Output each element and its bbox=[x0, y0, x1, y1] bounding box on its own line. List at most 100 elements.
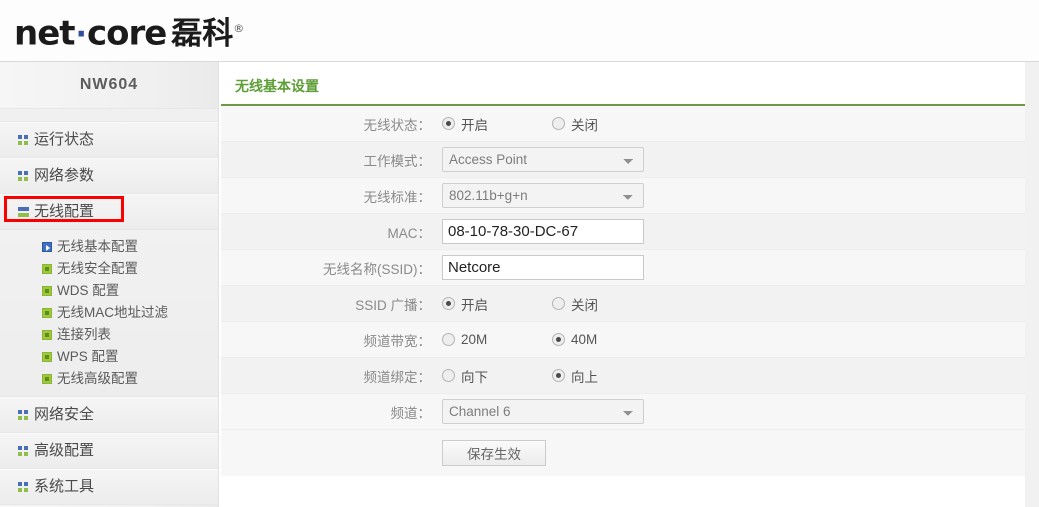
form-row-work-mode: 工作模式： Access Point bbox=[221, 142, 1027, 178]
sidebar-subitem-label: WDS 配置 bbox=[57, 283, 120, 298]
sidebar-item-wireless-config[interactable]: 无线配置 bbox=[0, 194, 218, 230]
sidebar-subitem-label: 无线MAC地址过滤 bbox=[57, 305, 168, 320]
brand-logo: net·core 磊科® bbox=[14, 9, 244, 55]
sidebar-subitem-label: 无线高级配置 bbox=[57, 371, 138, 386]
radio-label: 向上 bbox=[571, 369, 598, 385]
grid-icon bbox=[18, 445, 29, 457]
mac-input[interactable] bbox=[442, 219, 644, 244]
channel-binding-radio-group: 向下 向上 bbox=[442, 366, 662, 386]
sidebar-subitem-label: WPS 配置 bbox=[57, 349, 119, 364]
app-header: net·core 磊科® bbox=[0, 0, 1039, 62]
form-row-wireless-status: 无线状态： 开启 关闭 bbox=[221, 106, 1027, 142]
channel-bandwidth-radio-group: 20M 40M bbox=[442, 332, 662, 347]
sidebar-subitem-wds[interactable]: WDS 配置 bbox=[0, 280, 218, 302]
field-label: 频道带宽： bbox=[363, 333, 432, 349]
save-row: 保存生效 bbox=[221, 430, 1027, 476]
radio-wireless-status-on[interactable]: 开启 bbox=[442, 114, 552, 134]
logo-text-net: net bbox=[14, 13, 76, 54]
sidebar-item-network-params[interactable]: 网络参数 bbox=[0, 158, 218, 194]
radio-dot-icon bbox=[552, 117, 565, 130]
sidebar-item-label: 无线配置 bbox=[34, 203, 95, 220]
right-edge-strip bbox=[1025, 62, 1039, 507]
page-body: NW604 运行状态 网络参数 无线配置 无线基本配置 无线安全配置 WDS 配… bbox=[0, 62, 1039, 507]
sidebar-item-label: 网络安全 bbox=[34, 406, 95, 423]
sidebar-subitem-label: 无线基本配置 bbox=[57, 239, 138, 254]
arrow-icon bbox=[42, 242, 52, 252]
square-icon bbox=[42, 308, 52, 318]
form-row-ssid-broadcast: SSID 广播： 开启 关闭 bbox=[221, 286, 1027, 322]
sidebar-subitem-wireless-basic[interactable]: 无线基本配置 bbox=[0, 236, 218, 258]
registered-trademark-icon: ® bbox=[233, 22, 245, 35]
radio-label: 向下 bbox=[461, 369, 488, 385]
grid-icon bbox=[18, 134, 29, 146]
grid-icon bbox=[18, 170, 29, 182]
sidebar-subitem-label: 连接列表 bbox=[57, 327, 111, 342]
field-label: MAC： bbox=[387, 225, 432, 241]
sidebar-item-advanced-config[interactable]: 高级配置 bbox=[0, 433, 218, 469]
content-area: 无线基本设置 无线状态： 开启 关闭 工作模式： Access Point 无线… bbox=[219, 62, 1039, 507]
field-label: 工作模式： bbox=[363, 153, 432, 169]
sidebar-submenu-wireless: 无线基本配置 无线安全配置 WDS 配置 无线MAC地址过滤 连接列表 WPS … bbox=[0, 230, 218, 397]
work-mode-select[interactable]: Access Point bbox=[442, 147, 644, 172]
sidebar-subitem-wireless-advanced[interactable]: 无线高级配置 bbox=[0, 368, 218, 390]
save-button[interactable]: 保存生效 bbox=[442, 440, 546, 466]
page-title: 无线基本设置 bbox=[221, 62, 1027, 106]
wireless-status-radio-group: 开启 关闭 bbox=[442, 114, 662, 134]
radio-label: 40M bbox=[571, 332, 598, 347]
square-icon bbox=[42, 286, 52, 296]
field-label: 无线状态： bbox=[363, 117, 432, 133]
radio-bandwidth-40m[interactable]: 40M bbox=[552, 332, 662, 347]
sidebar-subitem-wps[interactable]: WPS 配置 bbox=[0, 346, 218, 368]
square-icon bbox=[42, 352, 52, 362]
radio-dot-icon bbox=[552, 333, 565, 346]
form-row-wireless-standard: 无线标准： 802.11b+g+n bbox=[221, 178, 1027, 214]
field-label: SSID 广播： bbox=[355, 297, 431, 313]
square-icon bbox=[42, 264, 52, 274]
radio-label: 关闭 bbox=[571, 117, 598, 133]
wireless-standard-select[interactable]: 802.11b+g+n bbox=[442, 183, 644, 208]
radio-dot-icon bbox=[442, 297, 455, 310]
radio-bandwidth-20m[interactable]: 20M bbox=[442, 332, 552, 347]
field-label: 无线名称(SSID)： bbox=[323, 261, 431, 277]
sidebar: NW604 运行状态 网络参数 无线配置 无线基本配置 无线安全配置 WDS 配… bbox=[0, 62, 219, 507]
radio-label: 开启 bbox=[461, 297, 488, 313]
ssid-input[interactable] bbox=[442, 255, 644, 280]
radio-label: 20M bbox=[461, 332, 488, 347]
sidebar-item-system-tools[interactable]: 系统工具 bbox=[0, 469, 218, 505]
wireless-basic-settings-panel: 无线基本设置 无线状态： 开启 关闭 工作模式： Access Point 无线… bbox=[221, 62, 1027, 476]
radio-dot-icon bbox=[442, 117, 455, 130]
ssid-broadcast-radio-group: 开启 关闭 bbox=[442, 294, 662, 314]
radio-label: 关闭 bbox=[571, 297, 598, 313]
radio-binding-up[interactable]: 向上 bbox=[552, 366, 662, 386]
form-row-ssid: 无线名称(SSID)： bbox=[221, 250, 1027, 286]
radio-label: 开启 bbox=[461, 117, 488, 133]
logo-text-core: core bbox=[86, 13, 167, 54]
sidebar-item-running-status[interactable]: 运行状态 bbox=[0, 122, 218, 158]
sidebar-subitem-connection-list[interactable]: 连接列表 bbox=[0, 324, 218, 346]
form-row-channel-bandwidth: 频道带宽： 20M 40M bbox=[221, 322, 1027, 358]
field-label: 无线标准： bbox=[363, 189, 432, 205]
radio-binding-down[interactable]: 向下 bbox=[442, 366, 552, 386]
radio-dot-icon bbox=[552, 369, 565, 382]
square-icon bbox=[42, 374, 52, 384]
radio-ssid-broadcast-off[interactable]: 关闭 bbox=[552, 294, 662, 314]
form-row-mac: MAC： bbox=[221, 214, 1027, 250]
form-row-channel-binding: 频道绑定： 向下 向上 bbox=[221, 358, 1027, 394]
logo-dot-icon: · bbox=[75, 16, 87, 52]
sidebar-item-label: 高级配置 bbox=[34, 442, 95, 459]
sidebar-subitem-mac-filter[interactable]: 无线MAC地址过滤 bbox=[0, 302, 218, 324]
logo-text-cn: 磊科 bbox=[171, 16, 234, 53]
radio-wireless-status-off[interactable]: 关闭 bbox=[552, 114, 662, 134]
square-icon bbox=[42, 330, 52, 340]
grid-icon bbox=[18, 409, 29, 421]
radio-dot-icon bbox=[552, 297, 565, 310]
field-label: 频道绑定： bbox=[363, 369, 432, 385]
sidebar-item-network-security[interactable]: 网络安全 bbox=[0, 397, 218, 433]
field-label: 频道： bbox=[390, 405, 432, 421]
sidebar-subitem-label: 无线安全配置 bbox=[57, 261, 138, 276]
channel-select[interactable]: Channel 6 bbox=[442, 399, 644, 424]
sidebar-subitem-wireless-security[interactable]: 无线安全配置 bbox=[0, 258, 218, 280]
device-model-label: NW604 bbox=[79, 76, 139, 93]
radio-ssid-broadcast-on[interactable]: 开启 bbox=[442, 294, 552, 314]
radio-dot-icon bbox=[442, 333, 455, 346]
